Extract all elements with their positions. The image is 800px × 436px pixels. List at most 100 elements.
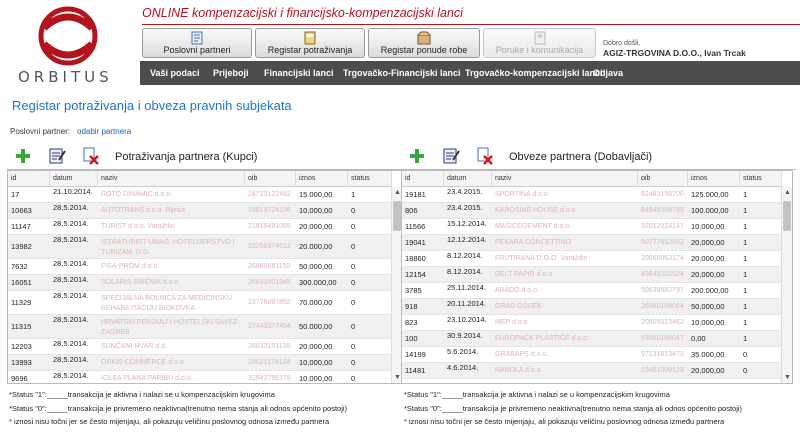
cell-datum: 28.5.2014. <box>53 371 89 380</box>
cell-naziv: ROTO DINAMIC d.o.o. <box>101 191 173 198</box>
col-id[interactable]: id <box>8 171 50 187</box>
cell-id: 13993 <box>11 358 32 367</box>
table-row[interactable]: 19181 23.4.2015. SPORTINA d.o.o. 6248315670… <box>402 187 782 203</box>
table-row[interactable]: 918 20.11.2014. GRAD OSIJEK 26060108064 50.0… <box>402 299 782 315</box>
cell-iznos: 50.000,00 <box>691 302 725 311</box>
nav-trgovacko-kompenzacijski-lanci[interactable]: Trgovačko-kompenzacijski lanci <box>465 61 603 85</box>
scroll-thumb[interactable] <box>393 201 401 231</box>
cell-id: 14199 <box>405 350 426 359</box>
cell-id: 100 <box>405 334 418 343</box>
poruke-komunikacija-button[interactable]: Poruke i komunikacija <box>483 28 596 58</box>
table-body: 17 21.10.2014. ROTO DINAMIC d.o.o. 24723122… <box>8 187 392 383</box>
delete-icon[interactable] <box>81 146 101 166</box>
table-row[interactable]: 16051 28.5.2014. SOLARIS ŠIBENIK d.o.o. 268… <box>8 275 392 291</box>
cell-status: 1 <box>743 254 748 263</box>
cell-datum: 28.5.2014. <box>53 291 89 300</box>
cell-oib: 50630582797 <box>641 287 684 294</box>
table-scrollbar[interactable]: ▲ ▼ <box>781 187 792 383</box>
cell-status: 1 <box>743 190 748 199</box>
cell-iznos: 10.000,00 <box>299 374 333 383</box>
nav-financijski-lanci[interactable]: Financijski lanci <box>264 61 334 85</box>
table-row[interactable]: 100 30.9.2014. EUROPACK PLASTIČE d.o.o. 535… <box>402 331 782 347</box>
table-row[interactable]: 13993 28.5.2014. ORKIS COMMERCE d.o.o. 2902… <box>8 355 392 371</box>
poslovni-partneri-button[interactable]: Poslovni partneri <box>142 28 252 58</box>
contacts-icon <box>534 31 545 45</box>
table-row[interactable]: 13982 28.5.2014. ISTRATURIST UMAG, HOTELIJ… <box>8 235 392 259</box>
table-row[interactable]: 18860 8.12.2014. FRUTIRANA D.O.O. Varaždin… <box>402 251 782 267</box>
cell-oib: 22208374612 <box>248 243 291 250</box>
cell-datum: 28.5.2014. <box>53 339 89 348</box>
nav-trgovacko-financijski-lanci[interactable]: Trgovačko-Financijski lanci <box>343 61 461 85</box>
cell-id: 918 <box>405 302 418 311</box>
col-datum[interactable]: datum <box>50 171 98 187</box>
scroll-down-icon[interactable]: ▼ <box>783 373 792 382</box>
table-row[interactable]: 12154 8.12.2014. DELT PAPIR d.o.o. 43649202… <box>402 267 782 283</box>
cell-oib: 32942786178 <box>248 375 291 382</box>
cell-datum: 15.12.2014. <box>447 219 487 228</box>
table-row[interactable]: 11329 28.5.2014. SPECIJALNA BOLNICA ZA MED… <box>8 291 392 315</box>
cell-id: 806 <box>405 206 418 215</box>
cell-oib: 43649202524 <box>641 271 684 278</box>
cell-iznos: 10.000,00 <box>299 358 333 367</box>
col-datum[interactable]: datum <box>444 171 492 187</box>
cell-oib: 19819724156 <box>248 207 291 214</box>
right-notes: *Status "1":_____transakcija je aktivna … <box>404 388 799 429</box>
nav-prijeboji[interactable]: Prijeboji <box>213 61 249 85</box>
cell-id: 19041 <box>405 238 426 247</box>
col-status[interactable]: status <box>740 171 782 187</box>
edit-icon[interactable] <box>47 146 67 166</box>
table-row[interactable]: 823 23.10.2014. MEP d.o.o. 20805013462 10.00… <box>402 315 782 331</box>
table-row[interactable]: 3785 25.11.2014. ABADO d.o.o. 50630582797 20… <box>402 283 782 299</box>
scroll-up-icon[interactable]: ▲ <box>783 188 792 197</box>
table-row[interactable]: 19041 12.12.2014. PEKARA CONCETTINO 5077765… <box>402 235 782 251</box>
table-row[interactable]: 11315 28.5.2014. HRVATSKI PERJANJ I HOSTEL… <box>8 315 392 339</box>
nav-odjava[interactable]: Odjava <box>593 61 623 85</box>
cell-naziv: HRVATSKI PERJANJ I HOSTELSKI SAVEZ ZAGRE… <box>101 319 238 336</box>
col-oib[interactable]: oib <box>245 171 296 187</box>
col-oib[interactable]: oib <box>638 171 688 187</box>
cell-datum: 28.5.2014. <box>53 315 89 324</box>
registar-ponude-robe-button[interactable]: Registar ponude robe <box>368 28 480 58</box>
table-row[interactable]: 11147 28.5.2014. TURIST d.o.o. Varaždin 218… <box>8 219 392 235</box>
orbitus-logo[interactable]: ORBITUS <box>0 0 140 92</box>
add-icon[interactable] <box>407 146 427 166</box>
add-icon[interactable] <box>13 146 33 166</box>
table-row[interactable]: 11481 4.6.2014. HANDLA d.o.o. 13461009123 20… <box>402 363 782 379</box>
table-row[interactable]: 11566 15.12.2014. MAŠICEGEMENT d.o.o. 32012… <box>402 219 782 235</box>
cell-naziv: TURIST d.o.o. Varaždin <box>101 223 175 230</box>
scroll-thumb[interactable] <box>783 201 791 231</box>
cell-id: 7632 <box>11 262 28 271</box>
table-row[interactable]: 806 23.4.2015. KAROSINE HOUSE d.o.o. 845460… <box>402 203 782 219</box>
table-row[interactable]: 14199 5.6.2014. GRABAPS d.o.o. 97131613473 3… <box>402 347 782 363</box>
col-naziv[interactable]: naziv <box>98 171 245 187</box>
note-amounts: * iznosi nisu točni jer se često mijenja… <box>404 417 725 426</box>
cell-datum: 20.11.2014. <box>447 299 487 308</box>
cell-datum: 28.5.2014. <box>53 275 89 284</box>
col-naziv[interactable]: naziv <box>492 171 638 187</box>
cell-status: 1 <box>743 286 748 295</box>
cell-iznos: 10.000,00 <box>691 222 725 231</box>
cell-status: 0 <box>351 322 356 331</box>
cell-iznos: 70.000,00 <box>299 298 333 307</box>
delete-icon[interactable] <box>475 146 495 166</box>
cell-oib: 20805013462 <box>641 319 684 326</box>
nav-vasi-podaci[interactable]: Vaši podaci <box>150 61 200 85</box>
partner-label: Poslovni partner: <box>10 127 71 136</box>
current-user: AGIZ-TRGOVINA D.O.O., Ivan Trcak <box>603 48 746 58</box>
table-row[interactable]: 9696 28.5.2014. IGLBA PLANA PARIBU d.o.o. 3… <box>8 371 392 383</box>
main-nav: Vaši podaci Prijeboji Financijski lanci … <box>140 61 800 85</box>
left-notes: *Status "1":_____transakcija je aktivna … <box>9 388 404 429</box>
cell-datum: 23.4.2015. <box>447 203 483 212</box>
select-partner-link[interactable]: odabir partnera <box>77 127 131 136</box>
table-row[interactable]: 12203 28.5.2014. SUNČANI HVAR d.d. 28833151… <box>8 339 392 355</box>
table-row[interactable]: 17 21.10.2014. ROTO DINAMIC d.o.o. 24723122… <box>8 187 392 203</box>
registar-potrazivanja-button[interactable]: Registar potraživanja <box>255 28 365 58</box>
col-status[interactable]: status <box>348 171 392 187</box>
col-iznos[interactable]: iznos <box>296 171 348 187</box>
table-row[interactable]: 10663 28.5.2014. AUTOTRANS d.o.o. Rijeka 19… <box>8 203 392 219</box>
col-id[interactable]: id <box>402 171 444 187</box>
edit-icon[interactable] <box>441 146 461 166</box>
cell-naziv: SPECIJALNA BOLNICA ZA MEDICINSKU REHABIL… <box>101 295 233 312</box>
table-row[interactable]: 7632 28.5.2014. FISA-PROM d.o.o. 2688006115… <box>8 259 392 275</box>
col-iznos[interactable]: iznos <box>688 171 740 187</box>
